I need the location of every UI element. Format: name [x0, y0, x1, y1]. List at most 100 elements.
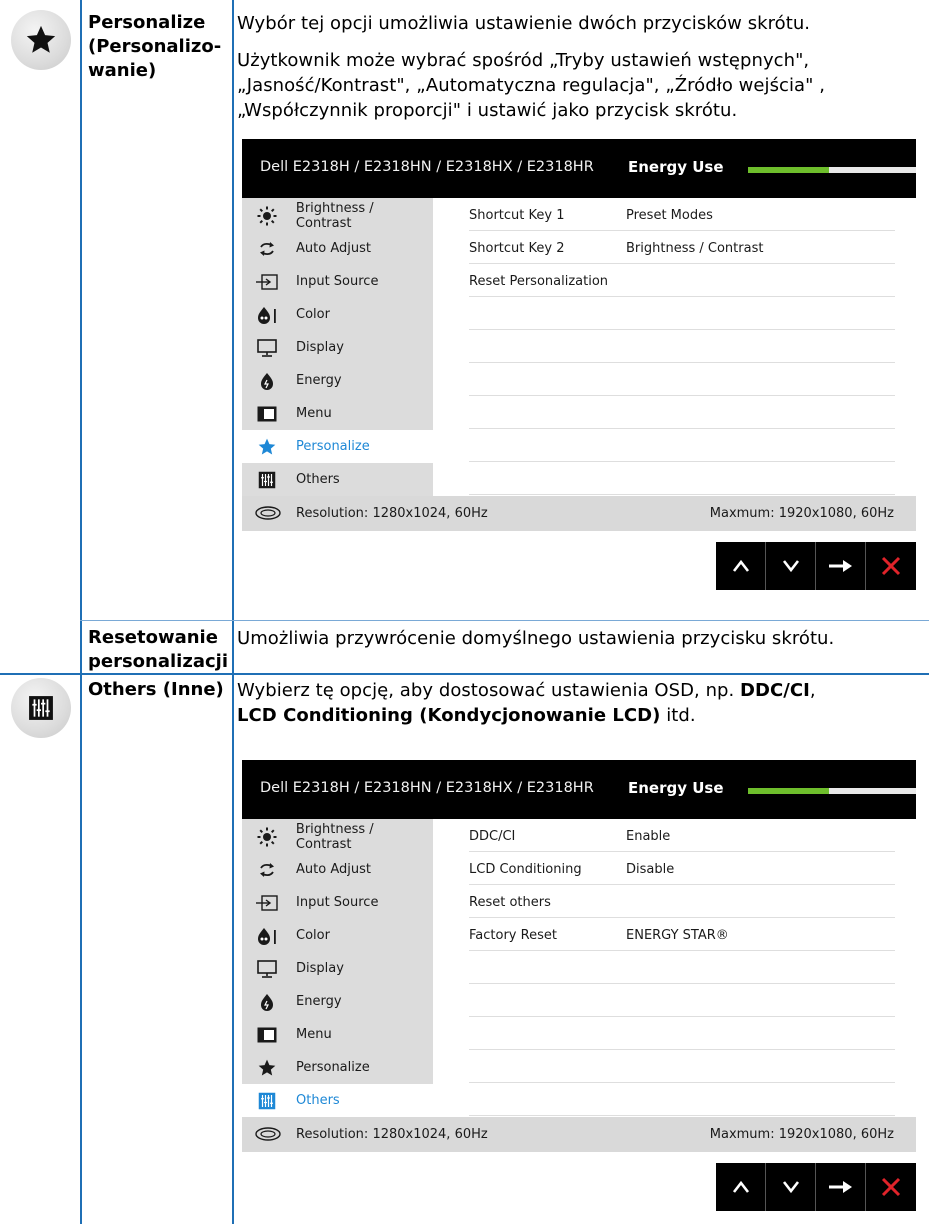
others-icon	[254, 471, 280, 489]
sidebar-item-label: Menu	[296, 406, 332, 421]
star-icon	[254, 1058, 280, 1078]
osd-nav-buttons	[716, 542, 916, 590]
settings-row	[469, 951, 895, 984]
sidebar-item-input-source[interactable]: Input Source	[242, 265, 433, 298]
enter-button[interactable]	[816, 542, 866, 590]
sidebar-item-others[interactable]: Others	[242, 463, 433, 496]
desc-bold: DDC/CI	[740, 680, 810, 701]
energy-use-bar	[748, 788, 916, 794]
settings-row[interactable]: Shortcut Key 1 Preset Modes	[469, 198, 895, 231]
osd-others-screenshot: Dell E2318H / E2318HN / E2318HX / E2318H…	[242, 760, 916, 1152]
settings-row[interactable]: Reset others	[469, 885, 895, 918]
sidebar-item-auto-adjust[interactable]: Auto Adjust	[242, 232, 433, 265]
others-description: Wybierz tę opcję, aby dostosować ustawie…	[237, 678, 917, 728]
others-icon	[29, 696, 53, 720]
sidebar-item-label: Others	[296, 1093, 340, 1108]
setting-name: Shortcut Key 1	[469, 208, 565, 223]
input-source-icon	[254, 273, 280, 290]
others-section-icon	[11, 678, 71, 738]
up-button[interactable]	[716, 542, 766, 590]
sidebar-item-label: Energy	[296, 373, 342, 388]
sidebar-item-others[interactable]: Others	[242, 1084, 433, 1117]
settings-row	[469, 1050, 895, 1083]
down-button[interactable]	[766, 1163, 816, 1211]
sidebar-item-label: Brightness / Contrast	[295, 821, 374, 852]
personalize-description: Wybór tej opcji umożliwia ustawienie dwó…	[237, 11, 917, 123]
brightness-icon	[254, 206, 280, 226]
sidebar-item-energy[interactable]: Energy	[242, 364, 433, 397]
settings-row	[469, 1017, 895, 1050]
label-line: Others (Inne)	[88, 679, 224, 700]
osd-settings-panel: Shortcut Key 1 Preset Modes Shortcut Key 2…	[433, 198, 916, 496]
table-rule-row	[80, 620, 929, 621]
auto-adjust-icon	[254, 861, 280, 879]
sidebar-item-display[interactable]: Display	[242, 331, 433, 364]
sidebar-item-personalize[interactable]: Personalize	[242, 430, 433, 463]
sidebar-item-personalize[interactable]: Personalize	[242, 1051, 433, 1084]
desc-line: Użytkownik może wybrać spośród „Tryby us…	[237, 50, 810, 71]
energy-use-bar	[748, 167, 916, 173]
osd-settings-panel: DDC/CI Enable LCD Conditioning Disable Reset…	[433, 819, 916, 1117]
sidebar-item-label: Personalize	[296, 439, 370, 454]
reset-personalization-label: Resetowanie personalizacji	[88, 626, 228, 674]
sidebar-item-label: Energy	[296, 994, 342, 1009]
settings-row	[469, 462, 895, 495]
osd-body: Brightness / Contrast Auto Adjust Input So…	[242, 819, 916, 1117]
osd-sidebar: Brightness / Contrast Auto Adjust Input So…	[242, 198, 433, 496]
setting-value: Enable	[626, 829, 671, 844]
color-icon	[254, 306, 280, 324]
osd-body: Brightness / Contrast Auto Adjust Input So…	[242, 198, 916, 496]
setting-name: DDC/CI	[469, 829, 516, 844]
settings-row[interactable]: DDC/CI Enable	[469, 819, 895, 852]
personalize-label: Personalize (Personalizo- wanie)	[88, 11, 228, 83]
resolution-text: Resolution: 1280x1024, 60Hz	[296, 506, 488, 521]
star-icon	[254, 437, 280, 457]
energy-use-fill	[748, 167, 829, 173]
settings-row	[469, 363, 895, 396]
input-source-icon	[254, 894, 280, 911]
energy-use-fill	[748, 788, 829, 794]
sidebar-item-auto-adjust[interactable]: Auto Adjust	[242, 853, 433, 886]
sidebar-item-label: Menu	[296, 1027, 332, 1042]
settings-row[interactable]: Factory Reset ENERGY STAR®	[469, 918, 895, 951]
sidebar-item-label: Color	[296, 307, 330, 322]
exit-button[interactable]	[866, 542, 916, 590]
settings-row[interactable]: Shortcut Key 2 Brightness / Contrast	[469, 231, 895, 264]
label-line: personalizacji	[88, 651, 228, 672]
sidebar-item-menu[interactable]: Menu	[242, 397, 433, 430]
setting-value: Preset Modes	[626, 208, 713, 223]
desc-text: ,	[809, 680, 816, 701]
settings-row[interactable]: LCD Conditioning Disable	[469, 852, 895, 885]
sidebar-item-color[interactable]: Color	[242, 298, 433, 331]
sidebar-item-display[interactable]: Display	[242, 952, 433, 985]
osd-header: Dell E2318H / E2318HN / E2318HX / E2318H…	[242, 760, 916, 819]
sidebar-item-label: Input Source	[296, 274, 379, 289]
down-button[interactable]	[766, 542, 816, 590]
energy-use-label: Energy Use	[628, 779, 724, 797]
osd-footer: Resolution: 1280x1024, 60Hz Maxmum: 1920x…	[242, 1117, 916, 1152]
exit-button[interactable]	[866, 1163, 916, 1211]
sidebar-item-energy[interactable]: Energy	[242, 985, 433, 1018]
settings-row	[469, 984, 895, 1017]
settings-row	[469, 1083, 895, 1116]
osd-header: Dell E2318H / E2318HN / E2318HX / E2318H…	[242, 139, 916, 198]
settings-row[interactable]: Reset Personalization	[469, 264, 895, 297]
desc-line: Wybór tej opcji umożliwia ustawienie dwó…	[237, 13, 811, 34]
desc-line: „Współczynnik proporcji" i ustawić jako …	[237, 100, 738, 121]
enter-button[interactable]	[816, 1163, 866, 1211]
star-icon	[26, 25, 56, 53]
energy-icon	[254, 372, 280, 390]
resolution-icon	[255, 1127, 281, 1145]
sidebar-item-brightness-contrast[interactable]: Brightness / Contrast	[242, 199, 433, 232]
osd-sidebar: Brightness / Contrast Auto Adjust Input So…	[242, 819, 433, 1117]
maximum-resolution-text: Maxmum: 1920x1080, 60Hz	[709, 506, 894, 521]
sidebar-item-brightness-contrast[interactable]: Brightness / Contrast	[242, 820, 433, 853]
up-button[interactable]	[716, 1163, 766, 1211]
menu-icon	[254, 406, 280, 422]
setting-value: Brightness / Contrast	[626, 241, 764, 256]
sidebar-item-input-source[interactable]: Input Source	[242, 886, 433, 919]
setting-value: ENERGY STAR®	[626, 928, 729, 943]
sidebar-item-menu[interactable]: Menu	[242, 1018, 433, 1051]
setting-name: Reset others	[469, 895, 551, 910]
sidebar-item-color[interactable]: Color	[242, 919, 433, 952]
